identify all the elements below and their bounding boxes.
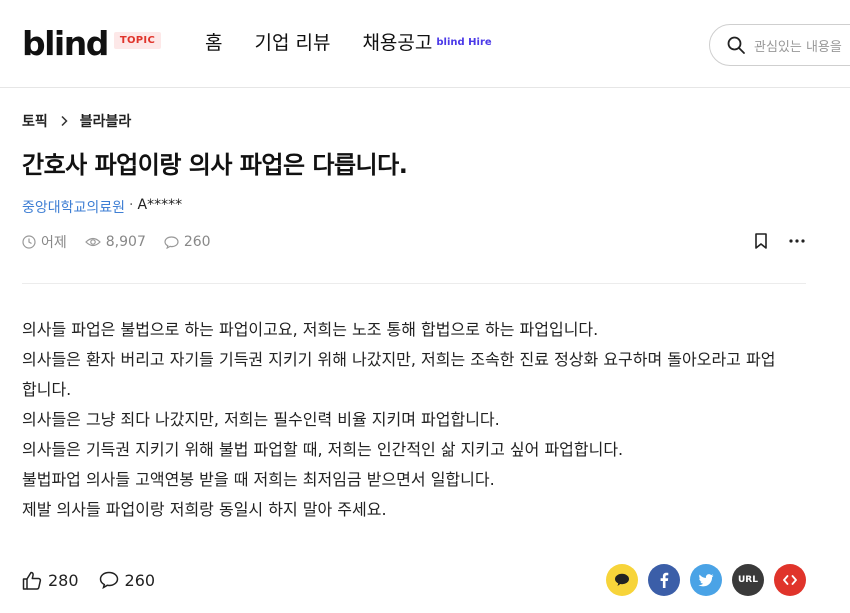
breadcrumb-current[interactable]: 블라블라 [80,111,132,131]
post-footer: 280 260 URL [22,558,806,602]
post-comments-count: 260 [183,234,211,250]
like-button[interactable]: 280 [22,571,79,590]
chevron-right-icon [61,115,68,127]
bookmark-icon[interactable] [752,232,770,250]
kakao-share-button[interactable] [606,564,638,596]
comment-button[interactable]: 260 [99,570,156,590]
clock-icon [22,235,36,249]
facebook-share-button[interactable] [648,564,680,596]
body-line: 제발 의사들 파업이랑 저희랑 동일시 하지 말아 주세요. [22,500,387,519]
comment-icon [99,571,118,589]
body-line: 의사들은 기득권 지키기 위해 불법 파업할 때, 저희는 인간적인 삶 지키고… [22,440,624,459]
like-count: 280 [48,570,79,590]
nav-jobs[interactable]: 채용공고 blind Hire [362,30,491,56]
nav-home[interactable]: 홈 [205,30,222,56]
body-line: 의사들은 환자 버리고 자기들 기득권 지키기 위해 나갔지만, 저희는 조속한… [22,350,776,369]
search-box[interactable]: 관심있는 내용을 [709,24,850,66]
nav-jobs-label: 채용공고 [362,32,433,54]
facebook-icon [660,572,669,588]
post-time: 어제 [22,232,67,252]
site-header: blind TOPIC 홈 기업 리뷰 채용공고 blind Hire 관심있는… [0,0,850,88]
body-line: 의사들 파업은 불법으로 하는 파업이고요, 저희는 노조 통해 합법으로 하는… [22,320,599,339]
breadcrumb: 토픽 블라블라 [22,111,131,131]
logo-text: blind [22,24,109,63]
more-icon[interactable] [788,232,806,250]
nav-company-reviews[interactable]: 기업 리뷰 [254,30,330,56]
separator-dot: · [129,197,134,213]
eye-icon [84,237,101,247]
post-body: 의사들 파업은 불법으로 하는 파업이고요, 저희는 노조 통해 합법으로 하는… [22,315,822,525]
kakao-icon [615,573,629,586]
topic-badge: TOPIC [113,32,162,49]
embed-share-button[interactable] [774,564,806,596]
post-stats: 280 260 [22,571,175,590]
post-views-count: 8,907 [105,234,146,250]
body-line: 합니다. [22,380,72,399]
code-icon [783,575,797,585]
post-time-text: 어제 [41,235,67,251]
thumbs-up-icon [22,571,42,590]
divider [22,283,806,284]
logo[interactable]: blind TOPIC [22,24,162,63]
post-comments: 260 [164,234,211,250]
post-actions [752,232,806,250]
body-line: 의사들은 그냥 죄다 나갔지만, 저희는 필수인력 비율 지키며 파업합니다. [22,410,500,429]
comment-icon [164,235,179,249]
main-nav: 홈 기업 리뷰 채용공고 blind Hire [205,30,524,56]
post-views: 8,907 [84,234,146,250]
search-icon [727,36,745,54]
twitter-icon [698,573,714,586]
comment-count: 260 [124,570,156,590]
post-meta: 어제 8,907 260 [22,232,229,252]
search-input[interactable]: 관심있는 내용을 [754,36,842,55]
hire-badge: blind Hire [436,37,492,48]
share-buttons: URL [596,564,806,596]
twitter-share-button[interactable] [690,564,722,596]
url-copy-button[interactable]: URL [732,564,764,596]
author-company[interactable]: 중앙대학교의료원 [22,197,125,217]
author-line: 중앙대학교의료원 · A***** [22,197,182,217]
author-name: A***** [137,197,183,213]
post-title: 간호사 파업이랑 의사 파업은 다릅니다. [22,151,408,179]
body-line: 불법파업 의사들 고액연봉 받을 때 저희는 최저임금 받으면서 일합니다. [22,470,495,489]
breadcrumb-root[interactable]: 토픽 [22,111,48,131]
